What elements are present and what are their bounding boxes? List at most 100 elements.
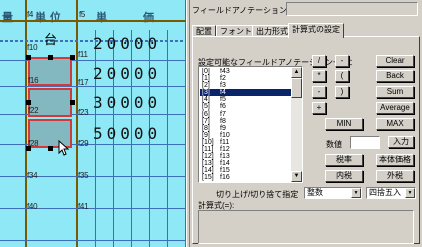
scroll-thumb[interactable] [291,78,302,98]
list-item-name: f12 [220,146,230,154]
field-annotation-list[interactable]: [0] f43 [1] f2 [2] f3 [3] f4 [4] f5 [5] f6 [6] f7 [7] f… [198,66,303,183]
list-item[interactable]: [12] f13 [200,153,291,160]
base-price-button[interactable]: 本体価格 [376,154,414,166]
min-button[interactable]: MIN [325,118,363,130]
resize-handle[interactable] [70,55,75,60]
minus-button[interactable]: - [335,55,349,67]
sum-button[interactable]: Sum [376,86,414,98]
list-item[interactable]: [4] f5 [200,96,291,103]
field-label-f40: f40 [27,202,38,211]
mouse-cursor-icon [58,140,70,156]
minus-button-2[interactable]: - [312,86,326,98]
list-item-name: f13 [220,153,230,161]
list-item[interactable]: [1] f2 [200,75,291,82]
resize-handle[interactable] [48,55,53,60]
list-item[interactable]: [14] f15 [200,167,291,174]
field-label-f34: f34 [27,171,38,180]
list-item[interactable]: [8] f9 [200,125,291,132]
list-item-name: f9 [220,124,226,132]
rounding-mode-select[interactable]: 四捨五入 ▼ [366,187,416,199]
numeric-input[interactable] [350,136,380,149]
list-item[interactable]: [10] f11 [200,139,291,146]
rounding-label: 切り上げ/切り捨て指定 [216,190,299,199]
inner-tax-button[interactable]: 内税 [325,170,363,182]
list-item-name: f6 [220,103,226,111]
resize-handle[interactable] [26,55,31,60]
list-item[interactable]: [2] f3 [200,82,291,89]
list-item[interactable]: [9] f10 [200,132,291,139]
list-item-index: [14] [202,167,214,175]
list-item[interactable]: [0] f43 [200,68,291,75]
list-item[interactable]: [11] f12 [200,146,291,153]
field-label-f22: f22 [28,106,39,115]
field-label-f17: f17 [78,78,89,87]
list-scrollbar[interactable]: ▲ ▼ [291,67,302,182]
field-label-f16: f16 [28,76,39,85]
field-label-f41: f41 [78,202,89,211]
list-item-name: f15 [220,167,230,175]
list-item-name: f16 [220,174,230,181]
clear-button[interactable]: Clear [376,55,414,67]
list-item[interactable]: [6] f7 [200,111,291,118]
field-label-f28: f28 [28,139,39,148]
list-item-index: [6] [202,110,210,118]
field-label-f4: f4 [27,10,34,19]
list-item[interactable]: [7] f8 [200,118,291,125]
list-item-index: [1] [202,75,210,83]
list-item-name: f10 [220,131,230,139]
field-label-f11: f11 [78,50,88,59]
scroll-down-icon[interactable]: ▼ [291,171,302,182]
price-value: 30000 [93,93,162,112]
chevron-down-icon[interactable]: ▼ [405,188,415,198]
list-item[interactable]: [13] f14 [200,160,291,167]
close-paren-button[interactable]: ) [335,86,349,98]
header-unit: 単 位 [35,11,61,24]
open-paren-button[interactable]: ( [335,70,349,82]
back-button[interactable]: Back [376,70,414,82]
field-label-f35: f35 [78,171,89,180]
field-label-f10: f10 [27,43,38,52]
list-item-name: f43 [220,68,230,75]
scroll-up-icon[interactable]: ▲ [291,67,302,78]
field-label-f5: f5 [79,10,86,19]
average-button[interactable]: Average [376,102,414,114]
resize-handle[interactable] [70,100,75,105]
form-canvas[interactable]: 量 単 位 単 価 f4 f5 台 f10 f16 f22 f28 f34 f4… [0,0,186,247]
tax-rate-button[interactable]: 税率 [325,154,363,166]
list-item[interactable]: [5] f6 [200,103,291,110]
numeric-label: 数値 [326,140,342,149]
resize-handle[interactable] [48,146,53,151]
list-item-name: f2 [220,75,226,83]
resize-handle[interactable] [26,100,31,105]
rounding-mode-value: 四捨五入 [369,188,401,197]
field-label-f23: f23 [78,108,89,117]
max-button[interactable]: MAX [376,118,414,130]
list-item-index: [3] [202,89,210,97]
list-item-name: f11 [220,138,230,146]
rounding-target-select[interactable]: 整数 ▼ [304,187,362,199]
list-item-index: [4] [202,96,210,104]
outer-tax-button[interactable]: 外税 [376,170,414,182]
formula-textarea[interactable] [198,210,414,244]
list-item[interactable]: [15] f16 [200,174,291,181]
list-item-name: f4 [220,89,226,97]
list-item-index: [9] [202,131,210,139]
rounding-target-value: 整数 [307,188,323,197]
price-value: 20000 [93,64,162,83]
list-item-index: [12] [202,153,214,161]
divide-button[interactable]: / [312,55,326,67]
header-unit-price-b: 価 [143,11,154,24]
field-label-f29: f29 [78,139,89,148]
input-button[interactable]: 入力 [388,136,414,148]
plus-button[interactable]: + [312,102,326,114]
list-item-index: [2] [202,82,210,90]
multiply-button[interactable]: * [312,70,326,82]
grid-hline [0,240,186,241]
tab-formula-settings[interactable]: 計算式の設定 [288,23,344,38]
field-name-input[interactable] [286,2,418,16]
list-item-index: [0] [202,68,210,75]
price-value: 20000 [93,34,162,53]
chevron-down-icon[interactable]: ▼ [351,188,361,198]
list-item[interactable]: [3] f4 [200,89,291,97]
unit-field-text: 台 [44,33,58,48]
